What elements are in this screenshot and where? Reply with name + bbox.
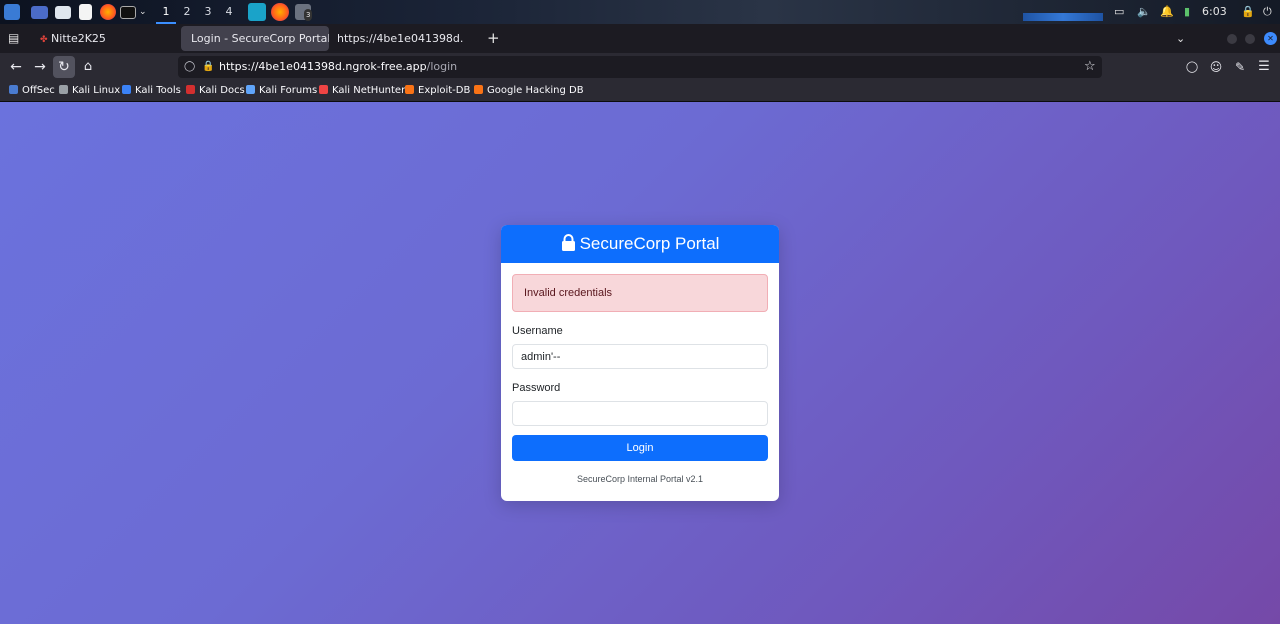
tab-label: Login - SecureCorp Portal (191, 32, 329, 45)
password-label: Password (512, 382, 561, 394)
tab-ngrok[interactable]: https://4be1e041398d.ngrok (327, 26, 463, 51)
bookmark-kali-tools[interactable]: Kali Tools (122, 80, 181, 102)
volume-icon[interactable]: 🔈 (1137, 0, 1151, 24)
bookmark-label: Kali Forums (259, 85, 318, 96)
lock-icon (561, 234, 575, 251)
tab-label: Nitte2K25 (51, 32, 106, 45)
bookmark-label: Kali Docs (199, 85, 245, 96)
reload-icon[interactable]: ↻ (53, 56, 75, 78)
bookmark-offsec[interactable]: OffSec (9, 80, 55, 102)
bookmark-google-hacking-db[interactable]: Google Hacking DB (474, 80, 584, 102)
tab-favicon-icon: ✤ (40, 35, 48, 45)
bookmark-label: Exploit-DB (418, 85, 471, 96)
login-button[interactable]: Login (512, 435, 768, 461)
bookmark-label: Kali Tools (135, 85, 181, 96)
workspace-3[interactable]: 3 (198, 0, 218, 24)
account-icon[interactable]: ☺ (1205, 56, 1227, 78)
bookmarks-toolbar: OffSec Kali Linux Kali Tools Kali Docs K… (0, 80, 1280, 102)
taskbar: ⌄ 1 2 3 4 3 ▭ 🔈 🔔 ▮ 6:03 🔒 ⏻ (0, 0, 1280, 24)
workspace-1[interactable]: 1 (156, 0, 176, 24)
file-manager-icon[interactable] (55, 6, 71, 19)
url-bar[interactable]: ◯ 🔒 https://4be1e041398d.ngrok-free.app/… (178, 56, 1102, 78)
lock-icon[interactable]: 🔒 (1241, 0, 1255, 24)
username-input[interactable] (512, 344, 768, 369)
workspace-2[interactable]: 2 (177, 0, 197, 24)
firefox-icon[interactable] (100, 4, 116, 20)
menu-icon[interactable]: ☰ (1253, 56, 1275, 78)
workspace-4[interactable]: 4 (219, 0, 239, 24)
window-count-badge: 3 (304, 9, 313, 21)
maximize-icon[interactable] (1245, 34, 1255, 44)
error-alert: Invalid credentials (512, 274, 768, 312)
navigation-bar: ← → ↻ ⌂ ◯ 🔒 https://4be1e041398d.ngrok-f… (0, 53, 1280, 80)
bookmark-label: Kali NetHunter (332, 85, 406, 96)
password-input[interactable] (512, 401, 768, 426)
tab-strip: ▤ ✤ Nitte2K25 ✕ Login - SecureCorp Porta… (0, 24, 1280, 69)
card-title: SecureCorp Portal (579, 234, 720, 253)
desktop-icon[interactable] (31, 6, 48, 19)
shield-icon[interactable]: ◯ (184, 56, 195, 78)
firefox-window-icon[interactable] (271, 3, 289, 21)
padlock-icon[interactable]: 🔒 (202, 56, 214, 78)
tab-nitte2k25[interactable]: ✤ Nitte2K25 (30, 26, 180, 51)
window-icon[interactable]: ▭ (1114, 0, 1124, 24)
bookmark-kali-nethunter[interactable]: Kali NetHunter (319, 80, 405, 102)
clock[interactable]: 6:03 (1202, 0, 1227, 24)
card-header: SecureCorp Portal (501, 225, 779, 263)
login-card: SecureCorp Portal Invalid credentials Us… (501, 225, 779, 501)
network-graph-icon (1023, 13, 1103, 21)
bookmark-label: Google Hacking DB (487, 85, 584, 96)
kali-dragon-icon (59, 85, 68, 94)
back-icon[interactable]: ← (5, 56, 27, 78)
bookmark-exploit-db[interactable]: Exploit-DB (405, 80, 470, 102)
ghdb-icon (474, 85, 483, 94)
page-content: SecureCorp Portal Invalid credentials Us… (0, 102, 1280, 624)
bookmark-star-icon[interactable]: ☆ (1084, 56, 1096, 78)
kali-docs-icon (186, 85, 195, 94)
nethunter-icon (319, 85, 328, 94)
tab-overflow-chevron-icon[interactable]: ⌄ (1176, 26, 1185, 50)
url-text[interactable]: https://4be1e041398d.ngrok-free.app/logi… (219, 56, 457, 78)
bookmark-label: Kali Linux (72, 85, 121, 96)
url-host: https://4be1e041398d.ngrok-free.app (219, 60, 427, 73)
tab-login[interactable]: Login - SecureCorp Portal (181, 26, 329, 51)
bookmark-kali-linux[interactable]: Kali Linux (59, 80, 120, 102)
username-label: Username (512, 325, 563, 337)
offsec-icon (9, 85, 18, 94)
pocket-icon[interactable]: ◯ (1181, 56, 1203, 78)
bookmark-kali-docs[interactable]: Kali Docs (186, 80, 245, 102)
kali-tools-icon (122, 85, 131, 94)
forward-icon[interactable]: → (29, 56, 51, 78)
portal-version-note: SecureCorp Internal Portal v2.1 (576, 474, 704, 484)
kali-menu-icon[interactable] (4, 4, 20, 20)
power-icon[interactable]: ⏻ (1263, 0, 1272, 24)
bookmark-kali-forums[interactable]: Kali Forums (246, 80, 317, 102)
bell-icon[interactable]: 🔔 (1160, 0, 1174, 24)
minimize-icon[interactable] (1227, 34, 1237, 44)
text-editor-icon[interactable] (79, 4, 92, 20)
burp-app-icon[interactable] (248, 3, 266, 21)
kali-forums-icon (246, 85, 255, 94)
home-icon[interactable]: ⌂ (77, 56, 99, 78)
terminal-icon[interactable] (120, 6, 136, 19)
new-tab-icon[interactable]: + (487, 26, 500, 50)
close-window-icon[interactable]: ✕ (1264, 32, 1277, 45)
tab-list-icon[interactable]: ▤ (8, 26, 19, 50)
tab-label: https://4be1e041398d.ngrok (337, 32, 463, 45)
extensions-icon[interactable]: ✎ (1229, 56, 1251, 78)
bookmark-label: OffSec (22, 85, 55, 96)
url-path: /login (426, 60, 458, 73)
card-body: Invalid credentials Username Password Lo… (501, 263, 779, 484)
exploit-db-icon (405, 85, 414, 94)
chevron-down-icon[interactable]: ⌄ (139, 0, 147, 24)
battery-icon[interactable]: ▮ (1184, 0, 1190, 24)
